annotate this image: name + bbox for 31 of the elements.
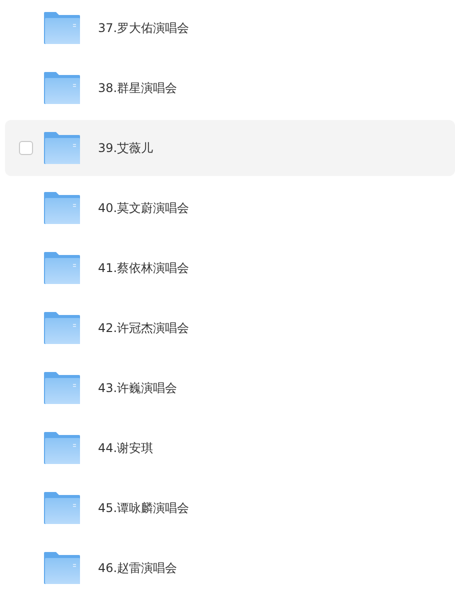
folder-icon: [44, 252, 80, 284]
folder-name: 38.群星演唱会: [98, 80, 178, 96]
folder-name: 46.赵雷演唱会: [98, 560, 178, 576]
folder-name: 41.蔡依林演唱会: [98, 260, 190, 276]
folder-row[interactable]: 40.莫文蔚演唱会: [5, 180, 455, 236]
folder-name: 40.莫文蔚演唱会: [98, 200, 190, 216]
folder-row[interactable]: 41.蔡依林演唱会: [5, 240, 455, 296]
folder-icon: [44, 552, 80, 584]
checkbox[interactable]: [18, 141, 32, 155]
folder-icon: [44, 132, 80, 164]
folder-row[interactable]: 43.许巍演唱会: [5, 360, 455, 416]
folder-name: 42.许冠杰演唱会: [98, 320, 190, 336]
folder-name: 44.谢安琪: [98, 440, 154, 456]
folder-row[interactable]: 42.许冠杰演唱会: [5, 300, 455, 356]
folder-row[interactable]: 44.谢安琪: [5, 420, 455, 476]
folder-icon: [44, 492, 80, 524]
folder-row[interactable]: 38.群星演唱会: [5, 60, 455, 116]
folder-row[interactable]: 45.谭咏麟演唱会: [5, 480, 455, 536]
folder-row[interactable]: 46.赵雷演唱会: [5, 540, 455, 596]
folder-icon: [44, 72, 80, 104]
folder-icon: [44, 312, 80, 344]
folder-icon: [44, 192, 80, 224]
folder-icon: [44, 12, 80, 44]
folder-name: 39.艾薇儿: [98, 140, 154, 156]
folder-row[interactable]: 37.罗大佑演唱会: [5, 0, 455, 56]
folder-name: 43.许巍演唱会: [98, 380, 178, 396]
folder-name: 37.罗大佑演唱会: [98, 20, 190, 36]
folder-row[interactable]: 39.艾薇儿: [5, 120, 455, 176]
folder-name: 45.谭咏麟演唱会: [98, 500, 190, 516]
folder-icon: [44, 372, 80, 404]
folder-icon: [44, 432, 80, 464]
